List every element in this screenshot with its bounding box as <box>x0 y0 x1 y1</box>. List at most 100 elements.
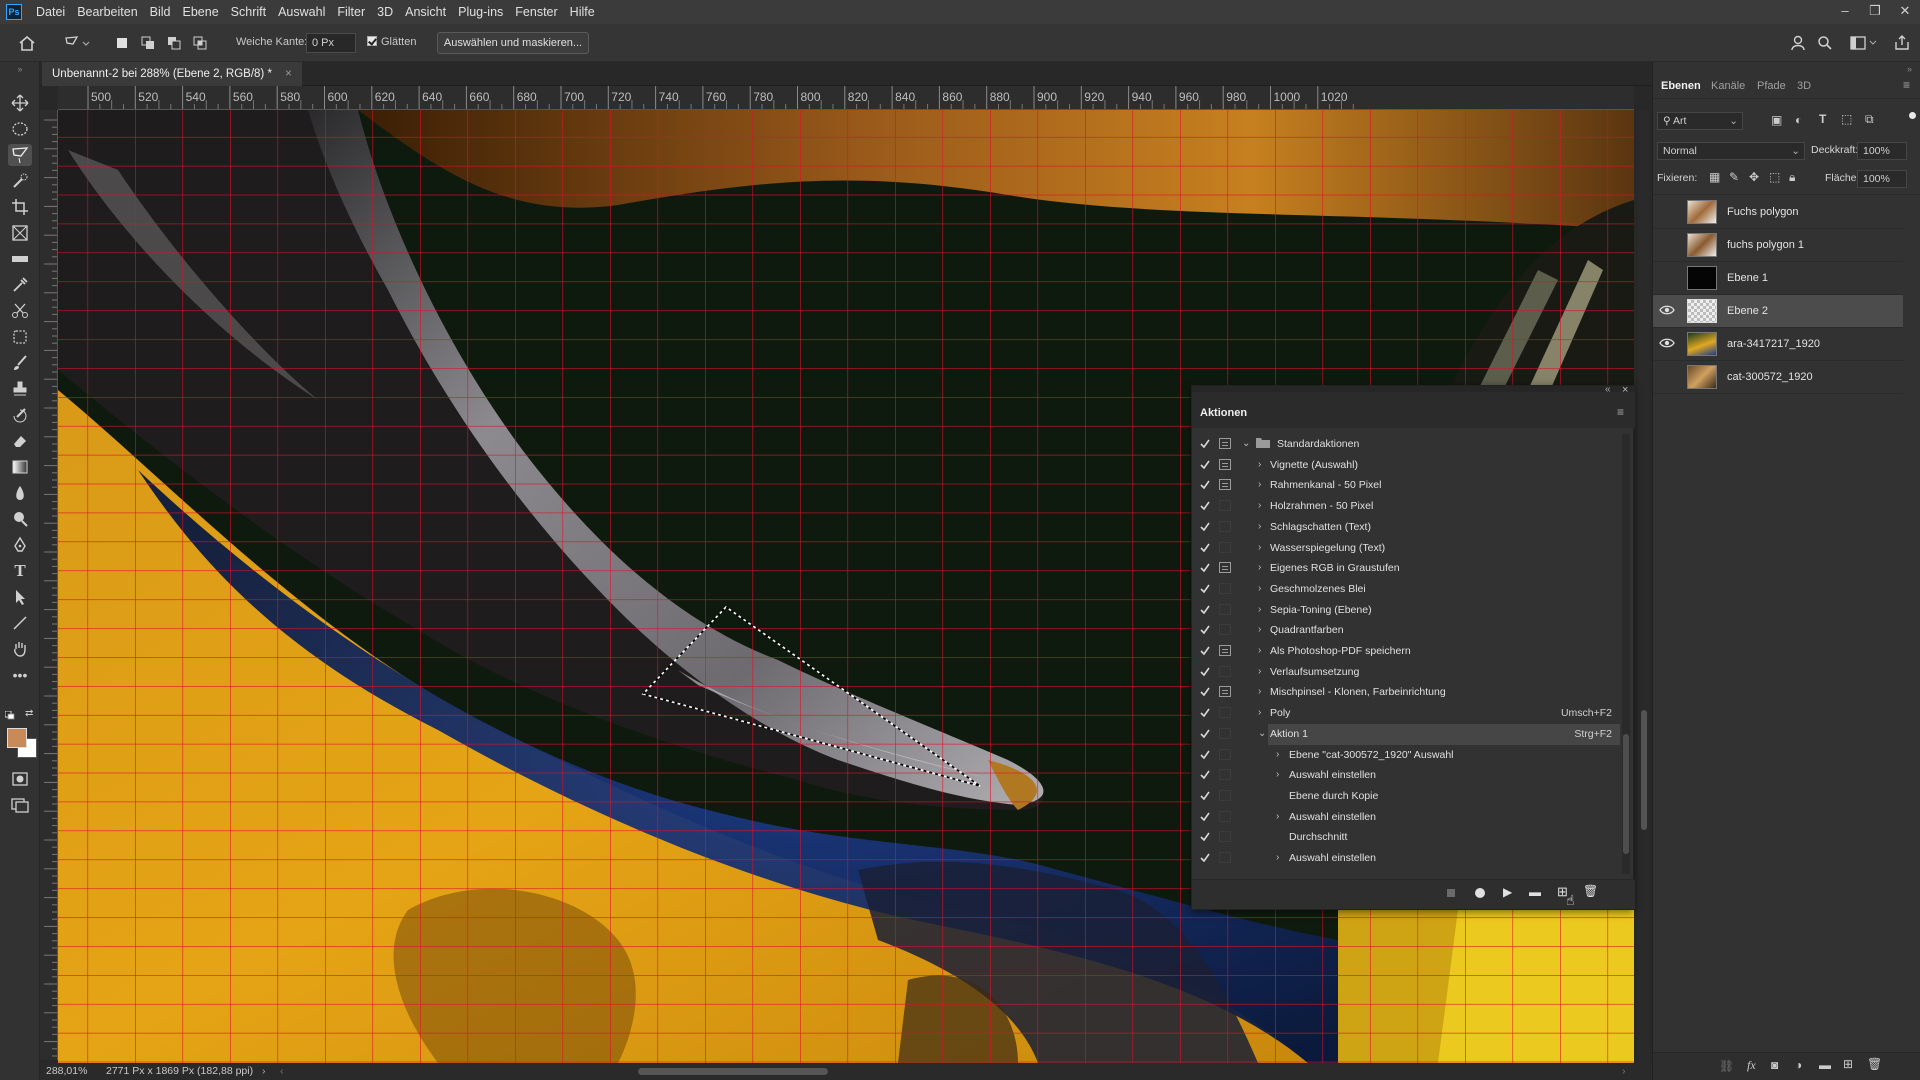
new-selection-icon[interactable] <box>112 33 132 53</box>
actions-scrollbar[interactable] <box>1622 434 1630 874</box>
chevron-right-icon[interactable]: › <box>1258 542 1261 553</box>
fx-icon[interactable]: fx <box>1747 1058 1756 1073</box>
search-icon[interactable] <box>1815 33 1835 53</box>
blur-tool-icon[interactable] <box>8 482 32 504</box>
action-row[interactable]: › Schlagschatten (Text) <box>1192 517 1622 538</box>
filter-type-icon[interactable]: T <box>1819 112 1826 126</box>
panel-grip[interactable] <box>1192 386 1635 392</box>
checkmark-icon[interactable] <box>1200 460 1210 470</box>
action-row[interactable]: › Mischpinsel - Klonen, Farbeinrichtung <box>1192 682 1622 703</box>
chevron-down-icon[interactable]: ⌄ <box>1258 728 1266 739</box>
line-tool-icon[interactable] <box>8 612 32 634</box>
checkmark-icon[interactable] <box>1200 584 1210 594</box>
filter-shape-icon[interactable]: ⬚ <box>1841 112 1852 126</box>
checkmark-icon[interactable] <box>1200 832 1210 842</box>
chevron-right-icon[interactable]: › <box>1276 769 1279 780</box>
checkmark-icon[interactable] <box>1200 646 1210 656</box>
dialog-toggle-icon[interactable] <box>1219 541 1231 553</box>
actions-tab[interactable]: Aktionen <box>1200 407 1247 419</box>
type-tool-icon[interactable]: T <box>8 560 32 582</box>
record-icon[interactable] <box>1475 888 1485 898</box>
delete-layer-icon[interactable]: 🗑︎ <box>1867 1057 1882 1071</box>
dialog-toggle-icon[interactable] <box>1219 789 1231 801</box>
collapse-panel-icon[interactable]: » <box>1907 64 1912 74</box>
new-group-icon[interactable]: ▬ <box>1819 1058 1831 1072</box>
brush-tool-icon[interactable] <box>8 352 32 374</box>
panel-menu-icon[interactable]: ≡ <box>1903 78 1910 92</box>
close-icon[interactable]: ✕ <box>1890 0 1920 24</box>
filter-smartobject-icon[interactable]: ⧉ <box>1865 112 1874 127</box>
chevron-right-icon[interactable]: › <box>1258 521 1261 532</box>
action-set-row[interactable]: ⌄ Standardaktionen <box>1192 434 1622 455</box>
hand-tool-icon[interactable] <box>8 638 32 660</box>
layer-row[interactable]: fuchs polygon 1 <box>1653 229 1903 262</box>
dialog-toggle-icon[interactable] <box>1219 831 1231 843</box>
menu-ebene[interactable]: Ebene <box>177 0 225 24</box>
action-step-row[interactable]: › Auswahl einstellen <box>1192 848 1622 869</box>
subtract-from-selection-icon[interactable] <box>164 33 184 53</box>
chevron-right-icon[interactable]: › <box>1258 707 1261 718</box>
checkmark-icon[interactable] <box>1200 770 1210 780</box>
dialog-toggle-icon[interactable] <box>1219 665 1231 677</box>
screen-mode-icon[interactable] <box>8 794 32 816</box>
move-tool-icon[interactable] <box>8 92 32 114</box>
lock-artboard-icon[interactable]: ⬚ <box>1769 170 1780 184</box>
action-row[interactable]: › Quadrantfarben <box>1192 620 1622 641</box>
close-panel-icon[interactable]: × <box>1622 384 1628 396</box>
action-row[interactable]: ⌄ Aktion 1 Strg+F2 <box>1192 723 1622 745</box>
actions-scrollbar-thumb[interactable] <box>1623 734 1629 854</box>
checkmark-icon[interactable] <box>1200 667 1210 677</box>
add-to-selection-icon[interactable] <box>138 33 158 53</box>
scroll-left-icon[interactable]: ‹ <box>280 1063 284 1080</box>
menu-bearbeiten[interactable]: Bearbeiten <box>71 0 143 24</box>
chevron-right-icon[interactable]: › <box>1258 500 1261 511</box>
share-icon[interactable] <box>1892 33 1912 53</box>
collapse-icon[interactable]: » <box>8 64 32 74</box>
dialog-toggle-icon[interactable] <box>1219 624 1231 636</box>
menu-hilfe[interactable]: Hilfe <box>564 0 601 24</box>
checkmark-icon[interactable] <box>1200 853 1210 863</box>
lock-image-icon[interactable]: ✎ <box>1729 170 1739 184</box>
marquee-tool-icon[interactable] <box>8 118 32 140</box>
select-and-mask-button[interactable]: Auswählen und maskieren... <box>437 32 589 54</box>
dialog-toggle-icon[interactable] <box>1219 582 1231 594</box>
new-layer-icon[interactable]: ⊞ <box>1843 1057 1853 1071</box>
menu-ansicht[interactable]: Ansicht <box>399 0 452 24</box>
path-selection-tool-icon[interactable] <box>8 586 32 608</box>
menu-datei[interactable]: Datei <box>30 0 71 24</box>
action-row[interactable]: › Als Photoshop-PDF speichern <box>1192 641 1622 662</box>
chevron-right-icon[interactable]: › <box>1258 459 1261 470</box>
scroll-right-icon[interactable]: › <box>1622 1063 1626 1080</box>
tab-paths[interactable]: Pfade <box>1757 80 1786 92</box>
user-icon[interactable] <box>1788 33 1808 53</box>
tab-layers[interactable]: Ebenen <box>1661 80 1701 92</box>
eraser-tool-icon[interactable] <box>8 430 32 452</box>
checkmark-icon[interactable] <box>1200 812 1210 822</box>
dialog-toggle-icon[interactable] <box>1219 438 1231 449</box>
visibility-off-icon[interactable] <box>1659 271 1675 285</box>
minimize-icon[interactable]: – <box>1830 0 1860 24</box>
add-mask-icon[interactable]: ◙ <box>1771 1058 1778 1072</box>
crop-tool-icon[interactable] <box>8 196 32 218</box>
blend-mode-select[interactable]: Normal ⌄ <box>1657 142 1805 160</box>
checkmark-icon[interactable] <box>1200 605 1210 615</box>
action-step-row[interactable]: › Auswahl einstellen <box>1192 765 1622 786</box>
checkmark-icon[interactable] <box>1200 729 1210 739</box>
menu-fenster[interactable]: Fenster <box>509 0 563 24</box>
tab-3d[interactable]: 3D <box>1797 80 1811 92</box>
dialog-toggle-icon[interactable] <box>1219 852 1231 863</box>
checkmark-icon[interactable] <box>1200 708 1210 718</box>
dialog-toggle-icon[interactable] <box>1219 707 1231 719</box>
chevron-right-icon[interactable]: › <box>1276 811 1279 822</box>
vertical-scrollbar[interactable] <box>1638 110 1650 1063</box>
action-row[interactable]: › Poly Umsch+F2 <box>1192 703 1622 724</box>
swap-colors-icon[interactable]: ⇄ <box>25 708 33 719</box>
visibility-off-icon[interactable] <box>1659 370 1675 384</box>
checkmark-icon[interactable] <box>1200 625 1210 635</box>
visibility-off-icon[interactable] <box>1659 238 1675 252</box>
dialog-toggle-icon[interactable] <box>1219 748 1231 760</box>
layer-row[interactable]: Fuchs polygon <box>1653 196 1903 229</box>
checkmark-icon[interactable] <box>1200 501 1210 511</box>
opacity-input[interactable]: 100% <box>1857 142 1907 160</box>
ruler-tool-icon[interactable] <box>8 248 32 270</box>
